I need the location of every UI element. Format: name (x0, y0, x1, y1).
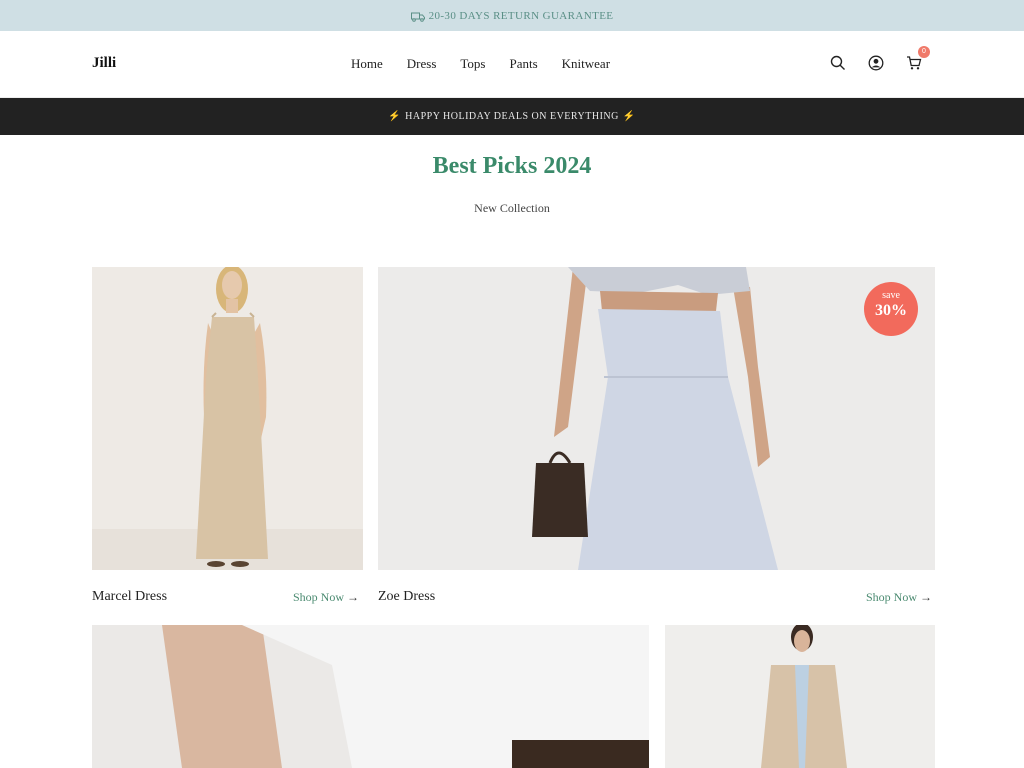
shop-now-link[interactable]: Shop Now → (866, 590, 932, 605)
nav-tops[interactable]: Tops (460, 56, 485, 72)
nav-knitwear[interactable]: Knitwear (562, 56, 610, 72)
product-name[interactable]: Marcel Dress (92, 589, 167, 605)
arrow-right-icon: → (347, 590, 360, 604)
arrow-right-icon: → (920, 590, 933, 604)
cart-button[interactable]: 0 (906, 46, 930, 71)
badge-value: 30% (875, 302, 907, 319)
shop-now-link[interactable]: Shop Now → (293, 590, 359, 605)
lightning-icon: ⚡ (388, 111, 402, 122)
main-nav: Home Dress Tops Pants Knitwear (351, 56, 634, 72)
discount-badge: save 30% (864, 282, 918, 336)
cart-count-badge: 0 (918, 46, 930, 58)
shirt-photo (92, 625, 649, 768)
lightning-icon: ⚡ (622, 111, 636, 122)
search-icon[interactable] (830, 55, 846, 71)
dress-photo (92, 267, 363, 570)
shop-now-label: Shop Now (293, 590, 345, 604)
shop-now-label: Shop Now (866, 590, 918, 604)
section-subtitle: New Collection (474, 201, 550, 215)
nav-dress[interactable]: Dress (407, 56, 437, 72)
nav-home[interactable]: Home (351, 56, 383, 72)
account-icon[interactable] (868, 55, 884, 71)
promo-bar: ⚡ HAPPY HOLIDAY DEALS ON EVERYTHING ⚡ (0, 98, 1024, 135)
product-image-marcel[interactable] (92, 267, 363, 570)
header-icons: 0 (830, 46, 930, 71)
badge-label: save (882, 290, 900, 301)
announcement-bar: 20-30 DAYS RETURN GUARANTEE (0, 0, 1024, 31)
promo-text: HAPPY HOLIDAY DEALS ON EVERYTHING (405, 111, 619, 122)
truck-icon (410, 12, 425, 22)
product-image-third[interactable] (92, 625, 649, 768)
cardigan-photo (665, 625, 935, 768)
product-image-zoe[interactable]: save 30% (378, 267, 935, 570)
site-logo[interactable]: Jilli (92, 55, 116, 72)
announcement-text: 20-30 DAYS RETURN GUARANTEE (428, 9, 614, 22)
product-name[interactable]: Zoe Dress (378, 589, 435, 605)
nav-pants[interactable]: Pants (509, 56, 537, 72)
cart-icon (907, 56, 922, 70)
dress-photo (378, 267, 935, 570)
section-title: Best Picks 2024 (432, 153, 592, 179)
product-image-fourth[interactable] (665, 625, 935, 768)
site-header: Jilli Home Dress Tops Pants Knitwear 0 (0, 31, 1024, 98)
